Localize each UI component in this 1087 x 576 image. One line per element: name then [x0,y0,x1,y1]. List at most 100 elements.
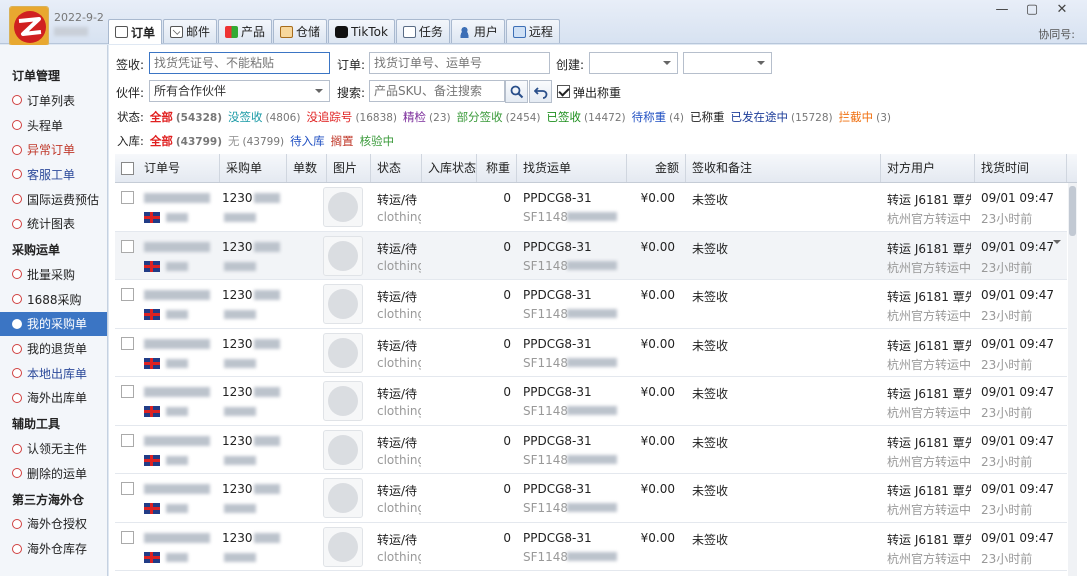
status-filter-row: 状态: 全部 (54328) 没签收 (4806) 没追踪号 (16838) 精检 (23) 部分… [117,109,891,125]
filter-chip[interactable]: 搁置 [331,133,354,149]
filter-chip[interactable]: 待入库 [290,133,325,149]
row-checkbox[interactable] [121,288,134,301]
tab-tiktok[interactable]: TikTok [328,19,395,43]
table-row[interactable]: 1230 转运/待 clothing 0 PPDCG8-31 SF1148 ¥0.00 未签收… [115,231,1067,280]
sidebar-item[interactable]: 我的采购单 [0,311,107,337]
column-header[interactable]: 金额 [627,154,686,182]
order-search-input[interactable] [369,52,550,74]
redacted-purchase-sub [224,310,256,319]
column-header[interactable]: 订单号 [138,154,220,182]
table-row[interactable]: 1230 转运/待 clothing 0 PPDCG8-31 SF1148 ¥0.00 未签收… [115,522,1067,571]
filter-chip[interactable]: 部分签收 (2454) [457,109,541,125]
created-to-select[interactable] [683,52,772,74]
sidebar-item[interactable]: 我的退货单 [0,336,107,361]
sidebar-item[interactable]: 客服工单 [0,162,107,187]
column-header[interactable]: 签收和备注 [686,154,881,182]
table-row[interactable]: 1230 转运/待 clothing 0 PPDCG8-31 SF1148 ¥0.00 未签收… [115,425,1067,474]
sidebar-item[interactable]: 本地出库单 [0,361,107,386]
column-header[interactable]: 称重 [477,154,517,182]
row-checkbox[interactable] [121,433,134,447]
uk-flag-icon [144,454,160,466]
partner-select[interactable]: 所有合作伙伴 [149,80,330,102]
tab-remote[interactable]: 远程 [505,19,560,43]
column-header[interactable]: 找货时间 [975,154,1067,182]
tab-products[interactable]: 产品 [218,19,273,43]
product-image[interactable] [323,284,363,324]
vertical-scrollbar[interactable] [1068,183,1077,576]
sidebar-item-label: 异常订单 [27,143,76,158]
row-checkbox[interactable] [121,336,134,350]
redacted-waybill [567,551,617,561]
product-image[interactable] [323,235,363,276]
filter-chip[interactable]: 核验中 [360,133,395,149]
tab-orders[interactable]: 订单 [108,19,163,44]
sidebar-item[interactable]: 海外仓授权 [0,512,107,537]
scrollbar-thumb[interactable] [1069,186,1076,236]
sidebar-item[interactable]: 海外仓库存 [0,536,107,561]
table-row[interactable]: 1230 转运/待 clothing 0 PPDCG8-31 SF1148 ¥0.00 未签收… [115,280,1067,329]
filter-chip[interactable]: 无 (43799) [228,133,284,149]
popup-weigh-checkbox[interactable] [557,85,570,98]
search-button[interactable] [505,80,528,103]
filter-chip[interactable]: 全部 (54328) [150,109,222,125]
maximize-button[interactable]: ▢ [1025,0,1039,20]
product-image[interactable] [323,478,363,518]
filter-chip[interactable]: 没追踪号 (16838) [306,109,397,125]
reset-button[interactable] [529,80,552,103]
column-header[interactable]: 入库状态 [422,154,477,182]
column-header[interactable]: 对方用户 [881,154,975,182]
sidebar-item[interactable]: 统计图表 [0,211,107,236]
filter-chip[interactable]: 全部 (43799) [150,133,222,149]
product-image[interactable] [323,381,363,421]
table-row[interactable]: 1230 转运/待 clothing 0 PPDCG8-31 SF1148 ¥0.00 未签收… [115,377,1067,426]
table-row[interactable]: 1230 转运/待 clothing 0 PPDCG8-31 SF1148 ¥0.00 未签收… [115,183,1067,232]
sidebar-item[interactable]: 批量采购 [0,262,107,287]
filter-chip[interactable]: 已称重 [690,109,725,125]
sidebar-item[interactable]: 删除的运单 [0,461,107,486]
filter-chip[interactable]: 已签收 (14472) [547,109,626,125]
table-row[interactable]: 1230 转运/待 clothing 0 PPDCG8-31 SF1148 ¥0.00 未签收… [115,328,1067,377]
sku-search-input[interactable] [369,80,505,102]
row-checkbox[interactable] [121,191,134,204]
sidebar-item[interactable]: 头程单 [0,113,107,138]
sidebar-item[interactable]: 国际运费预估 [0,187,107,212]
select-all-checkbox[interactable] [121,162,134,175]
filter-chip[interactable]: 拦截中 (3) [839,109,891,125]
filter-chip[interactable]: 精检 (23) [403,109,451,125]
sidebar-item[interactable]: 订单列表 [0,88,107,113]
minimize-button[interactable]: — [995,0,1009,20]
filter-chip[interactable]: 没签收 (4806) [228,109,300,125]
sign-voucher-input[interactable] [149,52,330,74]
tab-tasks[interactable]: 任务 [395,19,450,43]
row-checkbox[interactable] [121,239,134,253]
sidebar-item[interactable]: 1688采购 [0,287,107,312]
column-header[interactable]: 采购单 [220,154,287,182]
product-image[interactable] [323,526,363,567]
tab-mail[interactable]: 邮件 [163,19,218,43]
tab-warehouse[interactable]: 仓储 [273,19,328,43]
filter-chip[interactable]: 已发在途中 (15728) [731,109,833,125]
column-header[interactable]: 图片 [327,154,371,182]
created-from-select[interactable] [589,52,678,74]
sidebar-item[interactable]: 认领无主件 [0,436,107,461]
product-image[interactable] [323,187,363,227]
sidebar-item[interactable]: 异常订单 [0,137,107,162]
close-button[interactable]: ✕ [1055,0,1069,20]
sidebar-item[interactable]: 海外出库单 [0,386,107,411]
filter-chip-count: (54328) [175,112,223,124]
row-ago: 23小时前 [981,212,1033,226]
filter-chip[interactable]: 待称重 (4) [632,109,684,125]
column-header[interactable]: 状态 [371,154,422,182]
row-checkbox[interactable] [121,482,134,495]
product-image[interactable] [323,332,363,373]
row-checkbox[interactable] [121,385,134,398]
table-row[interactable]: 1230 转运/待 clothing 0 PPDCG8-31 SF1148 ¥0.00 未签收… [115,474,1067,523]
row-user-sub: 杭州官方转运中 [887,454,971,469]
row-checkbox[interactable] [121,530,134,544]
column-header[interactable]: 找货运单 [517,154,627,182]
column-header[interactable]: 单数 [287,154,327,182]
redacted-order-sub [166,504,188,513]
tab-users[interactable]: 用户 [450,19,505,43]
product-image[interactable] [323,429,363,470]
filter-chip-label: 待入库 [290,134,325,148]
